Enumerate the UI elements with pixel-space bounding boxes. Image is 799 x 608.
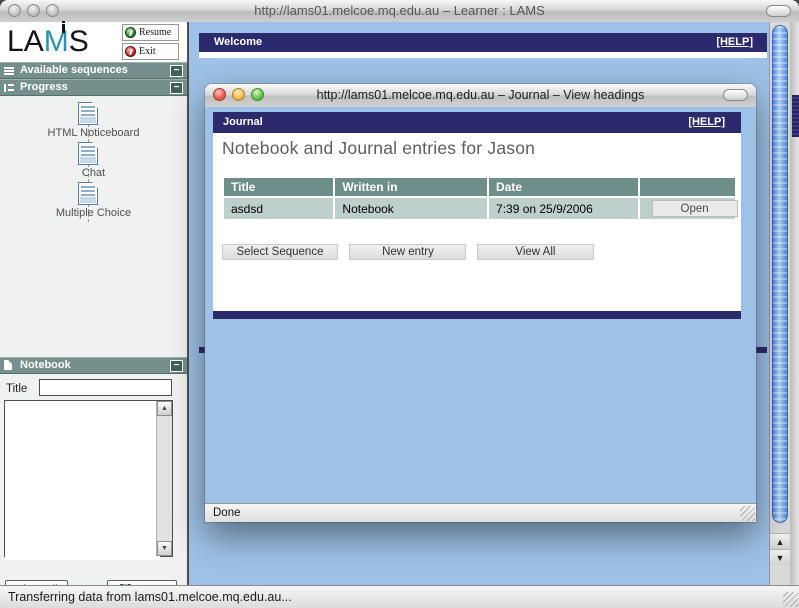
page-title: Notebook and Journal entries for Jason <box>222 138 535 159</box>
notebook-title-input[interactable] <box>39 379 172 396</box>
main-titlebar[interactable]: http://lams01.melcoe.mq.edu.au – Learner… <box>0 0 799 23</box>
journal-dialog: http://lams01.melcoe.mq.edu.au – Journal… <box>205 84 756 522</box>
scroll-down-icon[interactable]: ▼ <box>157 541 172 556</box>
column-header-action <box>640 178 735 196</box>
column-header-written-in: Written in <box>335 178 487 196</box>
welcome-page-top <box>199 52 767 58</box>
notebook-entry-textarea[interactable] <box>5 401 160 560</box>
collapse-available-sequences-button[interactable]: − <box>170 65 183 77</box>
activity-label[interactable]: HTML Noticeboard <box>0 127 187 139</box>
journal-header-bar: Journal [HELP] <box>213 112 741 133</box>
logo-tower-icon <box>62 24 65 33</box>
dialog-status-text: Done <box>213 507 241 519</box>
progress-activity-list: HTML Noticeboard Chat Multiple Choice <box>0 96 187 357</box>
exit-icon <box>125 46 136 57</box>
journal-title: Journal <box>223 116 263 128</box>
welcome-header-bar: Welcome [HELP] <box>199 33 767 52</box>
main-statusbar: Transferring data from lams01.melcoe.mq.… <box>0 585 799 608</box>
entry-action-cell: Open <box>640 198 735 219</box>
welcome-title: Welcome <box>214 36 262 48</box>
dialog-resize-grip[interactable] <box>740 506 755 521</box>
notebook-page-icon <box>4 360 12 370</box>
scroll-up-icon[interactable]: ▲ <box>770 533 790 549</box>
page-bottom-border <box>213 311 741 319</box>
learner-window: http://lams01.melcoe.mq.edu.au – Learner… <box>0 0 799 608</box>
table-row: asdsd Notebook 7:39 on 25/9/2006 Open <box>224 198 735 219</box>
logo-row: LAMS Resume Exit <box>0 22 187 62</box>
view-all-button[interactable]: View All <box>477 244 594 260</box>
notebook-entry-box: ▲ ▼ <box>4 400 173 557</box>
collapse-notebook-button[interactable]: − <box>170 360 183 372</box>
open-button[interactable]: Open <box>652 200 738 217</box>
section-label: Notebook <box>20 359 71 371</box>
section-notebook[interactable]: Notebook − <box>0 357 187 374</box>
resume-label: Resume <box>139 27 171 38</box>
entry-written-in-cell: Notebook <box>335 198 487 219</box>
welcome-help-link[interactable]: [HELP] <box>716 33 753 52</box>
column-header-title: Title <box>224 178 333 196</box>
journal-help-link[interactable]: [HELP] <box>688 112 725 133</box>
activity-noticeboard-icon[interactable] <box>78 102 98 125</box>
resume-button[interactable]: Resume <box>122 24 179 41</box>
resume-icon <box>125 27 136 38</box>
activity-multiple-choice-icon[interactable] <box>78 182 98 205</box>
journal-page-panel: Journal [HELP] Notebook and Journal entr… <box>213 112 741 319</box>
logo-letter: S <box>69 25 89 58</box>
dialog-collapse-widget[interactable] <box>723 89 748 101</box>
dialog-button-row: Select Sequence New entry View All <box>222 242 594 260</box>
scroll-down-icon[interactable]: ▼ <box>770 549 790 565</box>
logo-letter: A <box>24 25 44 58</box>
entry-title-cell: asdsd <box>224 198 333 219</box>
section-available-sequences[interactable]: Available sequences − <box>0 62 187 79</box>
resize-grip[interactable] <box>783 592 798 607</box>
collapse-widget[interactable] <box>766 5 791 17</box>
status-text: Transferring data from lams01.melcoe.mq.… <box>8 590 292 604</box>
logo-letter: L <box>7 25 24 58</box>
section-label: Available sequences <box>20 64 128 76</box>
exit-button[interactable]: Exit <box>122 43 179 60</box>
notebook-widget: Title ▲ ▼ View all Save <box>0 374 187 585</box>
select-sequence-button[interactable]: Select Sequence <box>222 244 338 260</box>
activity-label[interactable]: Chat <box>0 167 187 179</box>
background-window-sliver <box>792 95 799 137</box>
sequences-list-icon <box>4 67 14 75</box>
new-entry-button[interactable]: New entry <box>349 244 466 260</box>
section-progress[interactable]: Progress − <box>0 79 187 96</box>
sidebar: LAMS Resume Exit Available sequences − P… <box>0 22 189 585</box>
entry-date-cell: 7:39 on 25/9/2006 <box>489 198 638 219</box>
progress-tree-icon <box>4 84 16 92</box>
activity-label[interactable]: Multiple Choice <box>0 207 187 219</box>
activity-chat-icon[interactable] <box>78 142 98 165</box>
collapse-progress-button[interactable]: − <box>170 82 183 94</box>
window-title: http://lams01.melcoe.mq.edu.au – Learner… <box>0 0 799 22</box>
section-label: Progress <box>20 81 68 93</box>
dialog-titlebar[interactable]: http://lams01.melcoe.mq.edu.au – Journal… <box>205 84 756 108</box>
dialog-body: Journal [HELP] Notebook and Journal entr… <box>205 107 756 503</box>
entries-table: Title Written in Date asdsd Notebook 7:3… <box>222 176 737 221</box>
lams-logo: LAMS <box>7 25 89 59</box>
dialog-statusbar: Done <box>205 503 756 522</box>
column-header-date: Date <box>489 178 638 196</box>
notebook-title-label: Title <box>6 383 27 395</box>
exit-label: Exit <box>139 46 156 57</box>
table-header-row: Title Written in Date <box>224 178 735 196</box>
scrollbar-thumb[interactable] <box>772 25 788 523</box>
notebook-scrollbar[interactable]: ▲ ▼ <box>156 401 172 556</box>
dialog-title: http://lams01.melcoe.mq.edu.au – Journal… <box>205 84 756 107</box>
scroll-up-icon[interactable]: ▲ <box>157 401 172 416</box>
main-scrollbar[interactable]: ▲ ▼ <box>769 22 790 585</box>
